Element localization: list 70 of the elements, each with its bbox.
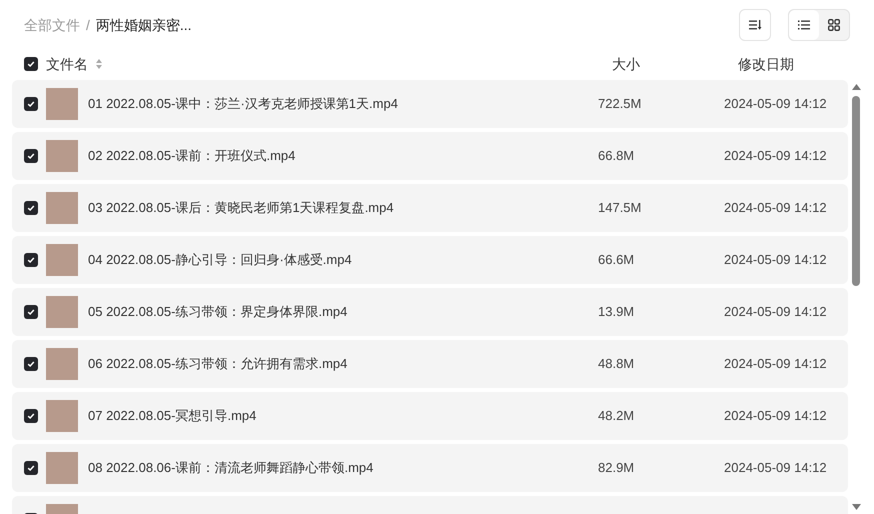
checkbox[interactable] xyxy=(24,57,38,71)
file-name[interactable]: 08 2022.08.06-课前：清流老师舞蹈静心带领.mp4 xyxy=(88,458,598,478)
sort-icon xyxy=(748,20,762,30)
video-thumbnail xyxy=(46,296,78,328)
file-size: 13.9M xyxy=(598,303,636,322)
video-thumbnail xyxy=(46,400,78,432)
file-date: 2024-05-09 14:12 xyxy=(724,95,827,114)
file-size: 82.9M xyxy=(598,459,636,478)
file-row[interactable]: 07 2022.08.05-冥想引导.mp4 48.2M 2024-05-09 14:12 xyxy=(12,392,848,440)
sort-button[interactable] xyxy=(739,9,771,41)
file-name[interactable]: 02 2022.08.05-课前：开班仪式.mp4 xyxy=(88,146,598,166)
breadcrumb-current: 两性婚姻亲密... xyxy=(96,16,192,34)
file-name[interactable]: 04 2022.08.05-静心引导：回归身·体感受.mp4 xyxy=(88,250,598,270)
column-header: 修改日期 xyxy=(738,54,794,74)
file-name[interactable]: 01 2022.08.05-课中：莎兰·汉考克老师授课第1天.mp4 xyxy=(88,94,598,114)
check-icon xyxy=(27,100,35,108)
file-row[interactable]: 04 2022.08.05-静心引导：回归身·体感受.mp4 66.6M 2024-05-09 14:12 xyxy=(12,236,848,284)
file-name[interactable]: 07 2022.08.05-冥想引导.mp4 xyxy=(88,406,598,426)
file-date: 2024-05-09 14:12 xyxy=(724,199,827,218)
video-thumbnail xyxy=(46,244,78,276)
view-mode-button[interactable] xyxy=(789,10,819,40)
check-icon xyxy=(27,464,35,472)
video-thumbnail xyxy=(46,88,78,120)
file-size: 722.5M xyxy=(598,95,642,114)
check-icon xyxy=(27,360,35,368)
scroll-thumb[interactable] xyxy=(852,96,860,286)
file-row[interactable]: 06 2022.08.05-练习带领：允许拥有需求.mp4 48.8M 2024-05-09 14:12 xyxy=(12,340,848,388)
checkbox[interactable] xyxy=(24,305,38,319)
file-size: 147.5M xyxy=(598,199,642,218)
file-date: 2024-05-09 14:12 xyxy=(724,147,827,166)
scroll-down-icon[interactable] xyxy=(852,504,860,510)
file-name[interactable]: 06 2022.08.05-练习带领：允许拥有需求.mp4 xyxy=(88,354,598,374)
check-icon xyxy=(27,308,35,316)
file-row[interactable]: 05 2022.08.05-练习带领：界定身体界限.mp4 13.9M 2024-05-09 14:12 xyxy=(12,288,848,336)
file-date: 2024-05-09 14:12 xyxy=(724,407,827,426)
list-icon xyxy=(798,20,810,30)
check-icon xyxy=(27,60,35,68)
checkbox[interactable] xyxy=(24,461,38,475)
file-name[interactable]: 05 2022.08.05-练习带领：界定身体界限.mp4 xyxy=(88,302,598,322)
check-icon xyxy=(27,256,35,264)
checkbox[interactable] xyxy=(24,201,38,215)
file-row[interactable]: 02 2022.08.05-课前：开班仪式.mp4 66.8M 2024-05-09 14:12 xyxy=(12,132,848,180)
file-size: 66.6M xyxy=(598,251,636,270)
check-icon xyxy=(27,204,35,212)
checkbox[interactable] xyxy=(24,409,38,423)
file-name[interactable]: 03 2022.08.05-课后：黄晓民老师第1天课程复盘.mp4 xyxy=(88,198,598,218)
grid-icon xyxy=(828,19,840,31)
file-row[interactable]: 03 2022.08.05-课后：黄晓民老师第1天课程复盘.mp4 147.5M 2024-05-09 14:12 xyxy=(12,184,848,232)
video-thumbnail xyxy=(46,452,78,484)
file-row[interactable]: 08 2022.08.06-课前：清流老师舞蹈静心带领.mp4 82.9M 2024-05-09 14:12 xyxy=(12,444,848,492)
video-thumbnail xyxy=(46,348,78,380)
check-icon xyxy=(27,412,35,420)
video-thumbnail xyxy=(46,192,78,224)
video-thumbnail xyxy=(46,140,78,172)
file-date: 2024-05-09 14:12 xyxy=(724,251,827,270)
file-size: 66.8M xyxy=(598,147,636,166)
checkbox[interactable] xyxy=(24,357,38,371)
file-row[interactable]: 01 2022.08.05-课中：莎兰·汉考克老师授课第1天.mp4 722.5M 2024-05-09 14:12 xyxy=(12,80,848,128)
column-header: 大小 xyxy=(612,54,641,74)
checkbox[interactable] xyxy=(24,253,38,267)
check-icon xyxy=(27,152,35,160)
column-header[interactable]: 文件名 xyxy=(46,54,88,74)
checkbox[interactable] xyxy=(24,149,38,163)
file-date: 2024-05-09 14:12 xyxy=(724,303,827,322)
checkbox[interactable] xyxy=(24,97,38,111)
file-size: 48.2M xyxy=(598,407,636,426)
file-date: 2024-05-09 14:12 xyxy=(724,355,827,374)
file-size: 48.8M xyxy=(598,355,636,374)
file-date: 2024-05-09 14:12 xyxy=(724,459,827,478)
scroll-up-icon[interactable] xyxy=(852,84,860,90)
